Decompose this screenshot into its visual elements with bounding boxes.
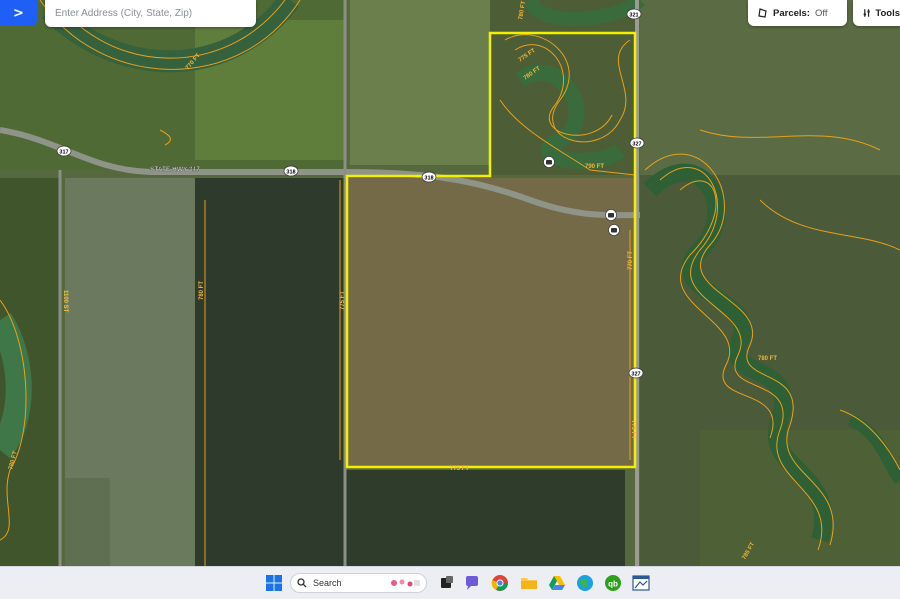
svg-text:327: 327 [631,372,640,378]
taskbar-search[interactable]: Search [290,573,427,593]
sliders-icon [863,9,870,17]
street-label: 1100 ST [62,290,68,313]
road-shield: 321 [626,8,642,20]
contour-label: 775 FT [630,420,636,439]
svg-text:327: 327 [632,142,641,148]
road-shield: 327 [629,137,645,149]
road-shield: 318 [421,171,437,183]
parcel-shape-icon [758,8,767,18]
satellite-map[interactable]: 317 318 318 321 327 327 STATE HWY 317 11… [0,0,900,566]
app-window-icon[interactable] [632,574,650,592]
svg-text:qb: qb [608,580,618,589]
search-highlight-icon [391,579,420,587]
parcels-state: Off [814,7,828,19]
globe-app-icon[interactable] [576,574,594,592]
road-shield: 317 [56,145,72,157]
task-view-icon[interactable] [438,574,456,592]
camera-marker[interactable] [608,224,620,236]
contour-label: 780 FT [199,281,205,300]
contour-label: 770 FT [628,251,634,270]
road-label: STATE HWY 317 [150,166,200,173]
search-placeholder: Enter Address (City, State, Zip) [55,8,193,19]
svg-text:318: 318 [424,176,433,182]
search-icon [297,578,307,588]
chat-icon[interactable] [463,574,481,592]
menu-button[interactable]: > [0,0,37,26]
camera-marker[interactable] [543,156,555,168]
camera-marker[interactable] [605,209,617,221]
svg-text:318: 318 [286,170,295,176]
file-explorer-icon[interactable] [520,574,538,592]
parcels-toggle-button[interactable]: Parcels: Off [748,0,847,26]
taskbar-search-text: Search [313,578,342,588]
svg-text:317: 317 [59,150,68,156]
chrome-icon[interactable] [491,574,509,592]
address-search-input[interactable]: Enter Address (City, State, Zip) [45,0,256,27]
tools-button[interactable]: Tools [853,0,900,26]
quickbooks-icon[interactable]: qb [604,574,622,592]
google-drive-icon[interactable] [548,574,566,592]
contour-label: 775 FT [450,466,469,472]
road-shield: 327 [628,367,644,379]
road-shield: 318 [283,165,299,177]
contour-label: 790 FT [585,164,604,170]
taskbar: Search qb [0,566,900,599]
chevron-right-icon: > [13,5,24,21]
contour-label: 780 FT [758,356,777,362]
tools-label: Tools [875,7,900,19]
svg-text:321: 321 [629,13,638,19]
contour-label: 775 FT [340,291,346,310]
windows-start-icon[interactable] [265,574,283,592]
parcels-label: Parcels: [773,7,810,19]
